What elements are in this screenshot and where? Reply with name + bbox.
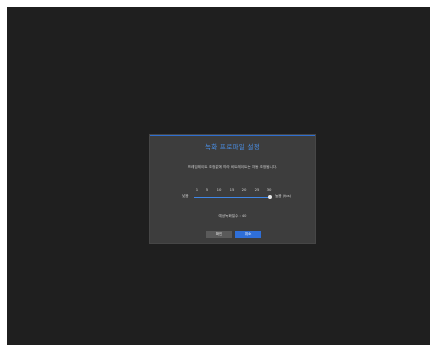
tick-label: 10 [216,187,222,192]
dialog-description: 프레임레이트 조정값에 따라 비트레이트는 자동 조정됩니다. [187,165,278,169]
tick-label: 25 [254,187,260,192]
tick-label: 5 [205,187,209,192]
framerate-slider-row: 낮음 높음 (fps) [150,193,315,201]
dialog-accent-line [150,135,315,136]
recording-profile-dialog: 녹화 프로파일 설정 프레임레이트 조정값에 따라 비트레이트는 자동 조정됩니… [149,134,316,244]
tick-label: 30 [266,187,272,192]
screen-background: 녹화 프로파일 설정 프레임레이트 조정값에 따라 비트레이트는 자동 조정됩니… [7,7,430,345]
tick-label: 15 [229,187,235,192]
slider-high-label: 높음 (fps) [275,194,291,198]
cancel-button[interactable]: 취소 [235,231,261,238]
tick-label: 20 [241,187,247,192]
framerate-slider-track[interactable] [194,197,271,198]
dialog-title: 녹화 프로파일 설정 [205,143,260,151]
slider-low-label: 낮음 [182,194,189,198]
expected-recording-days: 예상녹화일수 : 40 [218,214,247,218]
framerate-slider-thumb[interactable] [268,195,272,199]
dialog-buttons: 확인 취소 [150,231,315,239]
ok-button[interactable]: 확인 [206,231,232,238]
tick-label: 1 [195,187,199,192]
